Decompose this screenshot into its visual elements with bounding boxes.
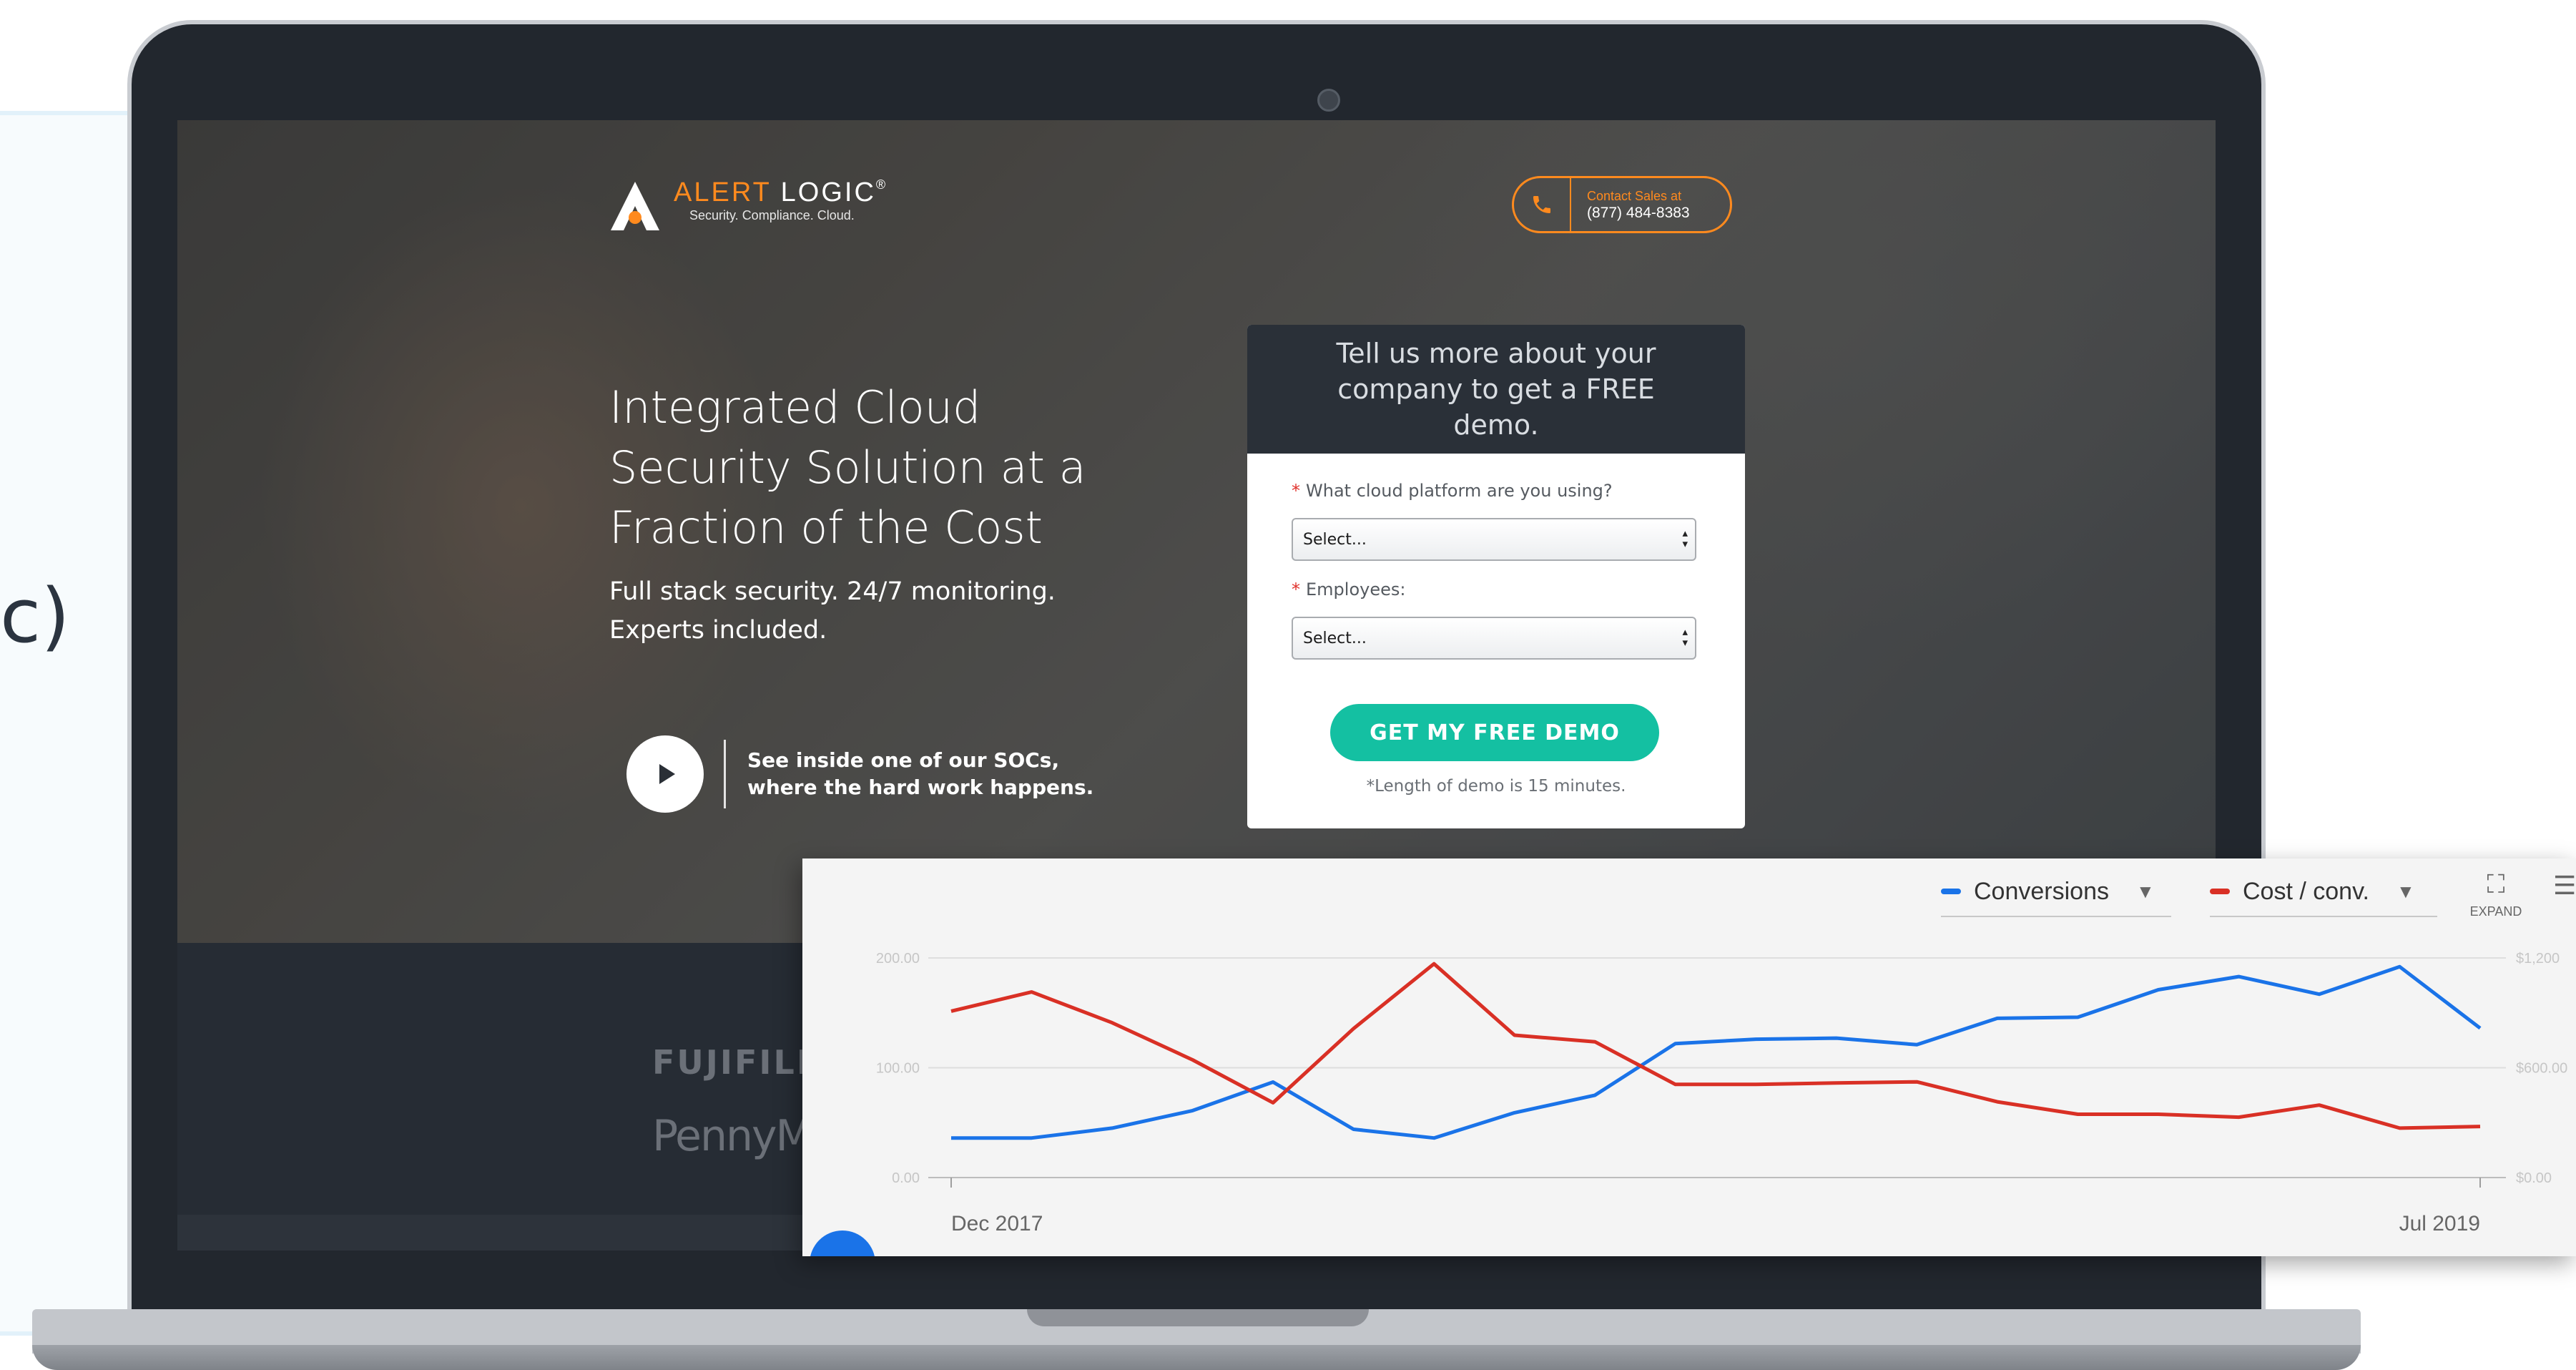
line-chart: 200.00 $1,200 100.00 $600.00 0.00 $0.00 Dec 20… <box>876 951 2567 1236</box>
camera-icon <box>1317 89 1340 112</box>
contact-phone: (877) 484-8383 <box>1587 205 1690 221</box>
x-axis-start-label: Dec 2017 <box>951 1212 1043 1236</box>
cloud-platform-select[interactable]: Select... ▴ ▾ <box>1292 518 1696 561</box>
logo-mark-icon <box>606 177 664 235</box>
required-mark: * <box>1292 481 1300 501</box>
logo-name-main: LOGIC <box>780 177 876 207</box>
right-axis-tick-label: $600.00 <box>2516 1061 2567 1077</box>
contact-text: Contact Sales at (877) 484-8383 <box>1571 187 1690 222</box>
logo-tagline: Security. Compliance. Cloud. <box>689 208 855 222</box>
headline-line: Fraction of the Cost <box>609 501 1043 554</box>
left-axis-tick-label: 0.00 <box>892 1170 920 1186</box>
video-caption-line: See inside one of our SOCs, <box>747 748 1060 772</box>
cloud-platform-value: Select... <box>1303 530 1367 549</box>
employees-select[interactable]: Select... ▴ ▾ <box>1292 617 1696 660</box>
cloud-platform-label-text: What cloud platform are you using? <box>1306 481 1613 501</box>
series-line-cost-conv- <box>950 962 2481 1130</box>
video-caption[interactable]: See inside one of our SOCs, where the ha… <box>747 747 1093 801</box>
alert-logic-logo[interactable]: ALERT LOGIC® Security. Compliance. Cloud… <box>606 177 888 235</box>
play-button[interactable] <box>626 735 704 813</box>
subheadline-line: Experts included. <box>609 616 827 645</box>
form-heading-line: Tell us more about your <box>1336 338 1656 369</box>
required-mark: * <box>1292 579 1300 600</box>
demo-form: Tell us more about your company to get a… <box>1247 325 1745 828</box>
subheadline-line: Full stack security. 24/7 monitoring. <box>609 577 1056 606</box>
logo-wordmark: ALERT LOGIC® Security. Compliance. Cloud… <box>674 177 888 223</box>
performance-chart-panel: Conversions ▼ Cost / conv. ▼ ⛶ EXPAND ☰ … <box>802 858 2576 1256</box>
form-header: Tell us more about your company to get a… <box>1247 325 1745 454</box>
get-free-demo-button[interactable]: GET MY FREE DEMO <box>1330 704 1659 761</box>
video-divider <box>724 740 726 808</box>
employees-label: * Employees: <box>1292 579 1405 600</box>
logo-name-accent: ALERT <box>674 177 772 207</box>
demo-length-note: *Length of demo is 15 minutes. <box>1366 777 1626 796</box>
form-heading-line: company to get a FREE demo. <box>1337 373 1655 441</box>
contact-sales-button[interactable]: Contact Sales at (877) 484-8383 <box>1512 176 1732 233</box>
phone-icon <box>1514 178 1571 231</box>
play-icon <box>659 764 675 784</box>
laptop-base-edge <box>32 1345 2361 1370</box>
headline-line: Integrated Cloud <box>609 381 981 434</box>
cloud-platform-label: * What cloud platform are you using? <box>1292 481 1613 501</box>
employees-value: Select... <box>1303 629 1367 647</box>
left-axis-tick-label: 100.00 <box>876 1061 920 1077</box>
headline-line: Security Solution at a <box>609 441 1086 494</box>
left-axis-tick-label: 200.00 <box>876 951 920 967</box>
hero-headline: Integrated Cloud Security Solution at a … <box>609 378 1124 558</box>
employees-label-text: Employees: <box>1306 579 1406 600</box>
right-axis-tick-label: $0.00 <box>2516 1170 2552 1186</box>
video-caption-line: where the hard work happens. <box>747 775 1094 799</box>
logo-registered-mark: ® <box>875 177 888 192</box>
select-arrows-icon: ▴ ▾ <box>1682 527 1688 550</box>
background-partial-text: c) <box>0 572 70 660</box>
right-axis-tick-label: $1,200 <box>2516 951 2560 967</box>
logo-name: ALERT LOGIC® <box>674 177 888 208</box>
select-arrows-icon: ▴ ▾ <box>1682 625 1688 649</box>
hero-subheadline: Full stack security. 24/7 monitoring. Ex… <box>609 572 1096 650</box>
laptop-notch <box>1027 1309 1369 1326</box>
form-heading: Tell us more about your company to get a… <box>1296 336 1696 443</box>
x-axis-end-label: Jul 2019 <box>2399 1212 2480 1236</box>
contact-label: Contact Sales at <box>1587 189 1682 203</box>
video-cta[interactable]: See inside one of our SOCs, where the ha… <box>626 735 1093 813</box>
